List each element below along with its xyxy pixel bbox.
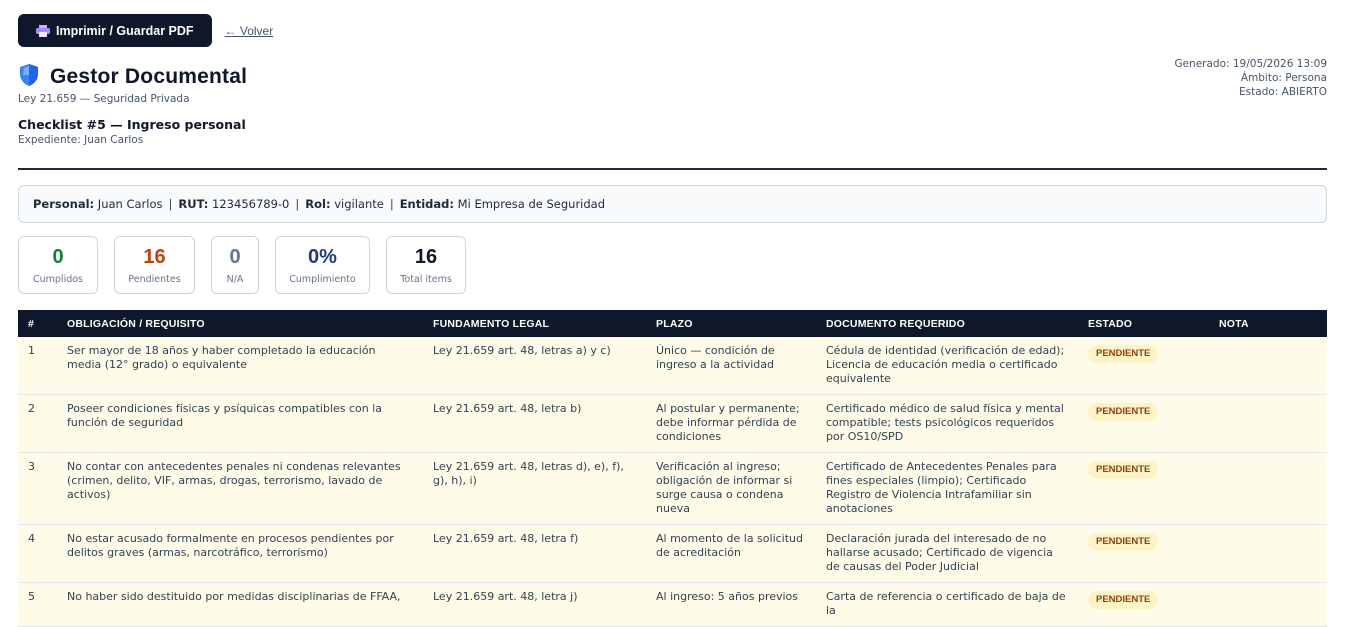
print-button[interactable]: Imprimir / Guardar PDF xyxy=(18,14,212,47)
checklist-table: # OBLIGACIÓN / REQUISITO FUNDAMENTO LEGA… xyxy=(18,310,1327,627)
row-number: 4 xyxy=(18,524,57,583)
status-cell: PENDIENTE xyxy=(1078,524,1209,583)
stat-total: 16 Total items xyxy=(386,236,466,294)
status-cell: PENDIENTE xyxy=(1078,394,1209,453)
deadline-cell: Único — condición de ingreso a la activi… xyxy=(646,337,816,395)
table-row: 1 Ser mayor de 18 años y haber completad… xyxy=(18,337,1327,395)
document-cell: Certificado médico de salud física y men… xyxy=(816,394,1078,453)
column-header: ESTADO xyxy=(1078,310,1209,337)
row-number: 1 xyxy=(18,337,57,395)
column-header: NOTA xyxy=(1209,310,1327,337)
stat-label: N/A xyxy=(226,273,244,285)
deadline-cell: Verificación al ingreso; obligación de i… xyxy=(646,452,816,525)
obligation-cell: No haber sido destituido por medidas dis… xyxy=(57,582,423,627)
column-header: OBLIGACIÓN / REQUISITO xyxy=(57,310,423,337)
column-header: FUNDAMENTO LEGAL xyxy=(423,310,646,337)
stat-label: Total items xyxy=(400,273,452,285)
page-subtitle: Ley 21.659 — Seguridad Privada xyxy=(18,93,190,105)
table-row: 4 No estar acusado formalmente en proces… xyxy=(18,524,1327,583)
stat-label: Pendientes xyxy=(128,273,181,285)
print-button-label: Imprimir / Guardar PDF xyxy=(56,23,194,38)
rut-label: RUT: xyxy=(178,197,209,211)
personal-label: Personal: xyxy=(33,197,95,211)
stat-value: 16 xyxy=(143,245,166,268)
table-row: 3 No contar con antecedentes penales ni … xyxy=(18,452,1327,525)
page: Imprimir / Guardar PDF ← Volver Gestor D… xyxy=(0,0,1346,627)
row-number: 3 xyxy=(18,452,57,525)
document-cell: Declaración jurada del interesado de no … xyxy=(816,524,1078,583)
document-header: Gestor Documental Ley 21.659 — Seguridad… xyxy=(18,58,1327,170)
legal-basis-cell: Ley 21.659 art. 48, letras d), e), f), g… xyxy=(423,452,646,525)
shield-icon xyxy=(18,63,40,91)
rol-label: Rol: xyxy=(305,197,331,211)
generated-date: Generado: 19/05/2026 13:09 xyxy=(1174,58,1327,70)
stat-value: 0% xyxy=(308,245,337,268)
legal-basis-cell: Ley 21.659 art. 48, letra b) xyxy=(423,394,646,453)
scope-label: Ámbito: Persona xyxy=(1240,72,1327,84)
rut-value: 123456789-0 xyxy=(212,197,290,211)
table-row: 5 No haber sido destituido por medidas d… xyxy=(18,582,1327,627)
note-cell xyxy=(1209,452,1327,525)
table-row: 2 Poseer condiciones físicas y psíquicas… xyxy=(18,394,1327,453)
status-badge: PENDIENTE xyxy=(1088,591,1159,609)
header-meta: Generado: 19/05/2026 13:09 Ámbito: Perso… xyxy=(1174,57,1327,99)
stat-cumplidos: 0 Cumplidos xyxy=(18,236,98,294)
stat-na: 0 N/A xyxy=(211,236,259,294)
personnel-info-box: Personal: Juan Carlos | RUT: 123456789-0… xyxy=(18,185,1327,223)
document-cell: Certificado de Antecedentes Penales para… xyxy=(816,452,1078,525)
note-cell xyxy=(1209,582,1327,627)
row-number: 5 xyxy=(18,582,57,627)
status-badge: PENDIENTE xyxy=(1088,345,1159,363)
table-header-row: # OBLIGACIÓN / REQUISITO FUNDAMENTO LEGA… xyxy=(18,310,1327,337)
separator: | xyxy=(389,197,394,211)
row-number: 2 xyxy=(18,394,57,453)
entidad-label: Entidad: xyxy=(399,197,455,211)
obligation-cell: No contar con antecedentes penales ni co… xyxy=(57,452,423,525)
note-cell xyxy=(1209,337,1327,395)
state-label: Estado: ABIERTO xyxy=(1239,86,1327,98)
document-cell: Carta de referencia o certificado de baj… xyxy=(816,582,1078,627)
obligation-cell: Poseer condiciones físicas y psíquicas c… xyxy=(57,394,423,453)
checklist-title: Checklist #5 — Ingreso personal xyxy=(18,117,246,132)
deadline-cell: Al postular y permanente; debe informar … xyxy=(646,394,816,453)
note-cell xyxy=(1209,394,1327,453)
legal-basis-cell: Ley 21.659 art. 48, letras a) y c) xyxy=(423,337,646,395)
stats-row: 0 Cumplidos 16 Pendientes 0 N/A 0% Cumpl… xyxy=(18,236,1327,294)
separator: | xyxy=(295,197,300,211)
stat-pendientes: 16 Pendientes xyxy=(114,236,195,294)
status-cell: PENDIENTE xyxy=(1078,452,1209,525)
column-header: # xyxy=(18,310,57,337)
rol-value: vigilante xyxy=(334,197,384,211)
stat-label: Cumplidos xyxy=(32,273,83,285)
status-badge: PENDIENTE xyxy=(1088,533,1159,551)
status-cell: PENDIENTE xyxy=(1078,337,1209,395)
note-cell xyxy=(1209,524,1327,583)
column-header: DOCUMENTO REQUERIDO xyxy=(816,310,1078,337)
status-cell: PENDIENTE xyxy=(1078,582,1209,627)
status-badge: PENDIENTE xyxy=(1088,461,1159,479)
entidad-value: Mi Empresa de Seguridad xyxy=(457,197,606,211)
back-link[interactable]: ← Volver xyxy=(225,24,274,38)
expediente-label: Expediente: Juan Carlos xyxy=(18,134,144,146)
legal-basis-cell: Ley 21.659 art. 48, letra f) xyxy=(423,524,646,583)
document-cell: Cédula de identidad (verificación de eda… xyxy=(816,337,1078,395)
stat-cumplimiento: 0% Cumplimiento xyxy=(275,236,370,294)
deadline-cell: Al ingreso: 5 años previos xyxy=(646,582,816,627)
stat-value: 0 xyxy=(229,245,241,268)
deadline-cell: Al momento de la solicitud de acreditaci… xyxy=(646,524,816,583)
column-header: PLAZO xyxy=(646,310,816,337)
legal-basis-cell: Ley 21.659 art. 48, letra j) xyxy=(423,582,646,627)
personal-value: Juan Carlos xyxy=(97,197,163,211)
stat-value: 0 xyxy=(52,245,64,268)
stat-label: Cumplimiento xyxy=(289,273,356,285)
separator: | xyxy=(168,197,173,211)
status-badge: PENDIENTE xyxy=(1088,403,1159,421)
printer-icon xyxy=(36,24,50,37)
obligation-cell: Ser mayor de 18 años y haber completado … xyxy=(57,337,423,395)
toolbar: Imprimir / Guardar PDF ← Volver xyxy=(18,14,1327,47)
obligation-cell: No estar acusado formalmente en procesos… xyxy=(57,524,423,583)
page-title: Gestor Documental xyxy=(50,65,248,88)
stat-value: 16 xyxy=(414,245,438,268)
